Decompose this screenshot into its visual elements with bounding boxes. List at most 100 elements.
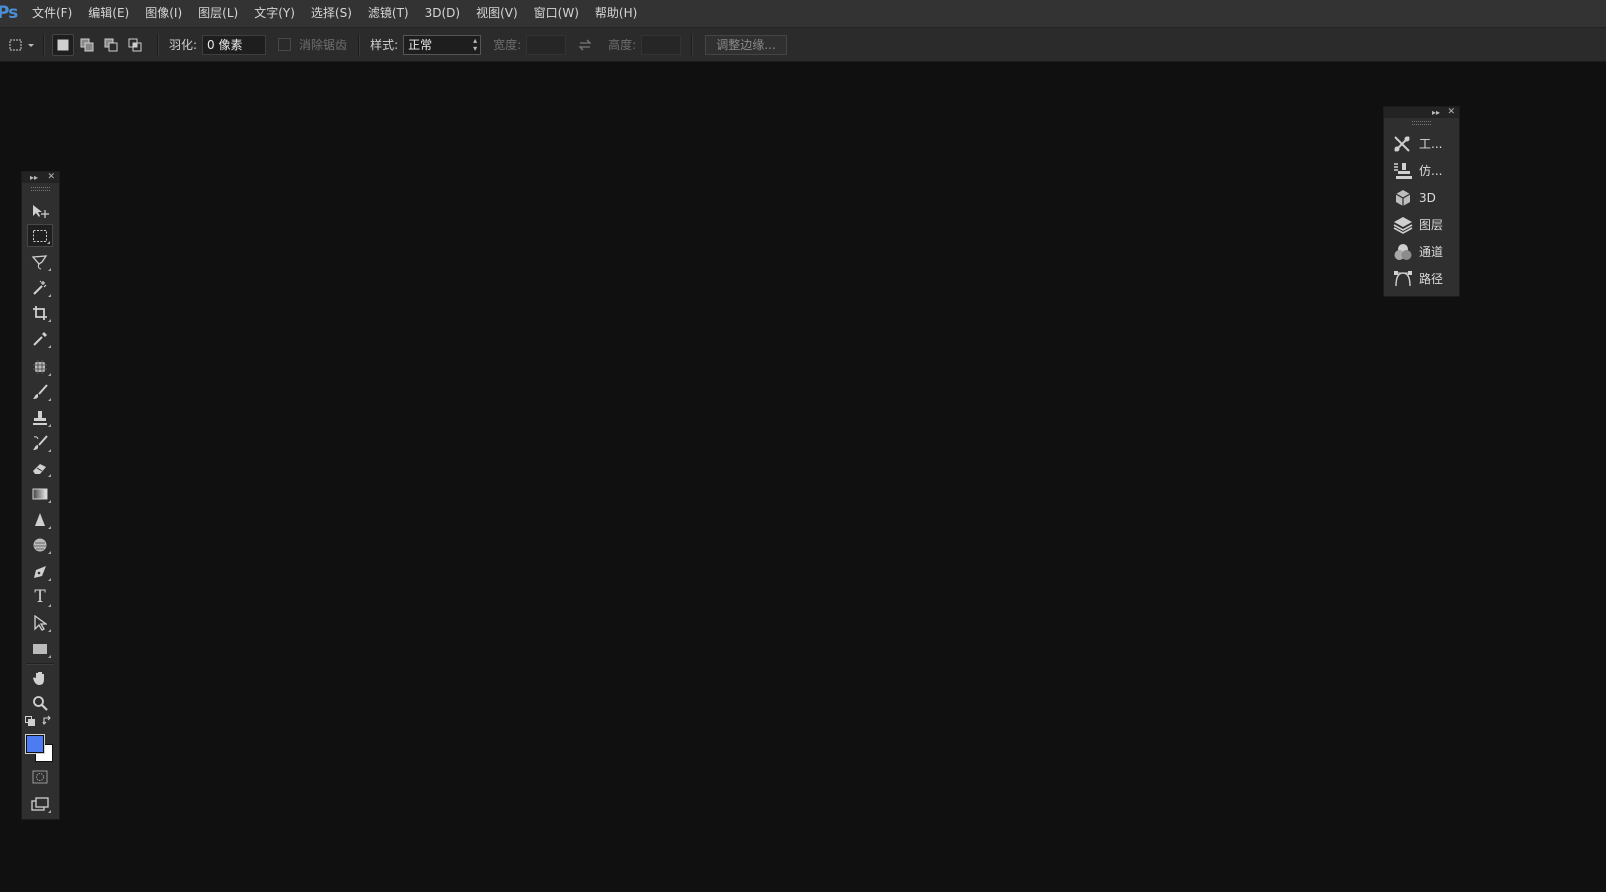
flyout-arrow-icon — [48, 578, 51, 581]
rect-marquee-tool-icon — [33, 229, 47, 242]
options-bar: 羽化: 0 像素 消除锯齿 样式: 正常 ▴ ▾ 宽度: 高度: 调整边缘... — [0, 28, 1606, 62]
quick-mask-button[interactable] — [27, 765, 53, 788]
menu-view[interactable]: 视图(V) — [468, 0, 526, 27]
close-panel-icon[interactable]: ✕ — [1447, 107, 1455, 118]
dock-item-label: 路径 — [1419, 272, 1444, 286]
magic-wand-tool[interactable] — [27, 276, 53, 299]
dock-item-tool-presets[interactable]: 工... — [1384, 130, 1459, 157]
brush-tool[interactable] — [27, 380, 53, 403]
height-input[interactable] — [641, 34, 682, 55]
zoom-tool-icon — [33, 695, 48, 711]
tool-preset-picker[interactable] — [6, 34, 36, 56]
style-select-value: 正常 — [408, 37, 433, 52]
panel-dock: ▸▸ ✕ 工... 仿... 3D 图层 通道 路径 — [1383, 106, 1460, 297]
rect-marquee-tool[interactable] — [27, 224, 53, 247]
intersect-selection-button[interactable] — [124, 34, 146, 56]
menu-layer[interactable]: 图层(L) — [190, 0, 246, 27]
gradient-tool[interactable] — [27, 482, 53, 505]
blur-tool-icon — [35, 512, 45, 526]
menu-help[interactable]: 帮助(H) — [587, 0, 645, 27]
flyout-arrow-icon — [48, 319, 51, 322]
menu-3d[interactable]: 3D(D) — [417, 0, 468, 27]
healing-brush-tool[interactable] — [27, 355, 53, 378]
clone-source-icon — [1392, 161, 1414, 181]
magic-wand-tool-icon — [33, 280, 47, 295]
style-select[interactable]: 正常 ▴ ▾ — [403, 34, 482, 55]
blur-tool[interactable] — [27, 508, 53, 531]
tools-panel: ▸▸ ✕ T — [21, 171, 60, 820]
flyout-arrow-icon — [48, 268, 51, 271]
dock-item-paths[interactable]: 路径 — [1384, 265, 1459, 292]
clone-stamp-tool[interactable] — [27, 406, 53, 429]
panel-grip[interactable] — [1412, 121, 1431, 125]
refine-edge-button[interactable]: 调整边缘... — [705, 34, 787, 55]
paths-icon — [1392, 269, 1414, 289]
dock-item-label: 3D — [1419, 190, 1436, 205]
new-selection-button[interactable] — [52, 33, 74, 56]
history-brush-tool[interactable] — [27, 431, 53, 454]
foreground-color-swatch[interactable] — [25, 734, 45, 754]
type-tool[interactable]: T — [27, 586, 53, 609]
brush-tool-icon — [33, 383, 48, 399]
dock-header: ▸▸ ✕ — [1384, 107, 1459, 118]
close-panel-icon[interactable]: ✕ — [47, 172, 55, 183]
divider — [691, 33, 694, 56]
quick-mask-icon — [32, 770, 48, 783]
pen-tool[interactable] — [27, 560, 53, 583]
menu-image[interactable]: 图像(I) — [137, 0, 190, 27]
hand-tool[interactable] — [27, 666, 53, 689]
zoom-tool[interactable] — [27, 691, 53, 714]
antialias-checkbox[interactable] — [278, 38, 292, 51]
tools-divider — [26, 663, 54, 665]
path-selection-tool[interactable] — [27, 611, 53, 634]
swap-width-height-button[interactable] — [574, 34, 596, 56]
default-colors-icon[interactable] — [25, 716, 35, 726]
lasso-tool-icon — [31, 254, 48, 269]
dock-item-label: 仿... — [1419, 164, 1443, 178]
lasso-tool[interactable] — [27, 250, 53, 273]
width-input[interactable] — [526, 34, 567, 55]
eyedropper-tool[interactable] — [27, 327, 53, 350]
expand-panel-icon[interactable]: ▸▸ — [1432, 107, 1440, 118]
panel-grip[interactable] — [31, 187, 50, 191]
flyout-arrow-icon — [48, 449, 51, 452]
pen-tool-icon — [34, 565, 46, 578]
dock-item-channels[interactable]: 通道 — [1384, 238, 1459, 265]
rectangle-tool[interactable] — [27, 637, 53, 660]
menu-type[interactable]: 文字(Y) — [246, 0, 303, 27]
layers-icon — [1392, 215, 1414, 235]
dock-item-layers[interactable]: 图层 — [1384, 211, 1459, 238]
flyout-arrow-icon — [48, 500, 51, 503]
crop-tool[interactable] — [27, 301, 53, 324]
type-tool-icon: T — [34, 587, 46, 607]
dodge-tool-icon — [33, 538, 47, 551]
expand-panel-icon[interactable]: ▸▸ — [30, 172, 38, 183]
swap-colors-icon[interactable] — [42, 715, 53, 726]
add-selection-icon — [80, 38, 94, 51]
subtract-selection-icon — [104, 38, 118, 51]
rectangle-tool-icon — [33, 643, 47, 654]
dock-item-clone-source[interactable]: 仿... — [1384, 157, 1459, 184]
move-tool-icon — [33, 204, 49, 218]
menu-filter[interactable]: 滤镜(T) — [360, 0, 417, 27]
menu-window[interactable]: 窗口(W) — [526, 0, 587, 27]
dodge-tool[interactable] — [27, 533, 53, 556]
new-selection-icon — [57, 39, 69, 50]
menu-edit[interactable]: 编辑(E) — [80, 0, 137, 27]
dock-item-3d[interactable]: 3D — [1384, 184, 1459, 211]
flyout-arrow-icon — [48, 373, 51, 376]
menu-file[interactable]: 文件(F) — [24, 0, 80, 27]
menu-bar: Ps 文件(F) 编辑(E) 图像(I) 图层(L) 文字(Y) 选择(S) 滤… — [0, 0, 1606, 28]
subtract-selection-button[interactable] — [100, 34, 122, 56]
eraser-tool[interactable] — [27, 456, 53, 479]
screen-mode-button[interactable] — [27, 792, 53, 815]
3d-icon — [1392, 188, 1414, 208]
move-tool[interactable] — [27, 199, 53, 222]
flyout-arrow-icon — [48, 655, 51, 658]
swap-arrows-icon — [578, 39, 592, 50]
menu-select[interactable]: 选择(S) — [303, 0, 360, 27]
feather-input[interactable]: 0 像素 — [202, 34, 267, 55]
history-brush-tool-icon — [33, 434, 48, 450]
add-selection-button[interactable] — [76, 34, 98, 56]
dock-item-label: 图层 — [1419, 218, 1444, 232]
